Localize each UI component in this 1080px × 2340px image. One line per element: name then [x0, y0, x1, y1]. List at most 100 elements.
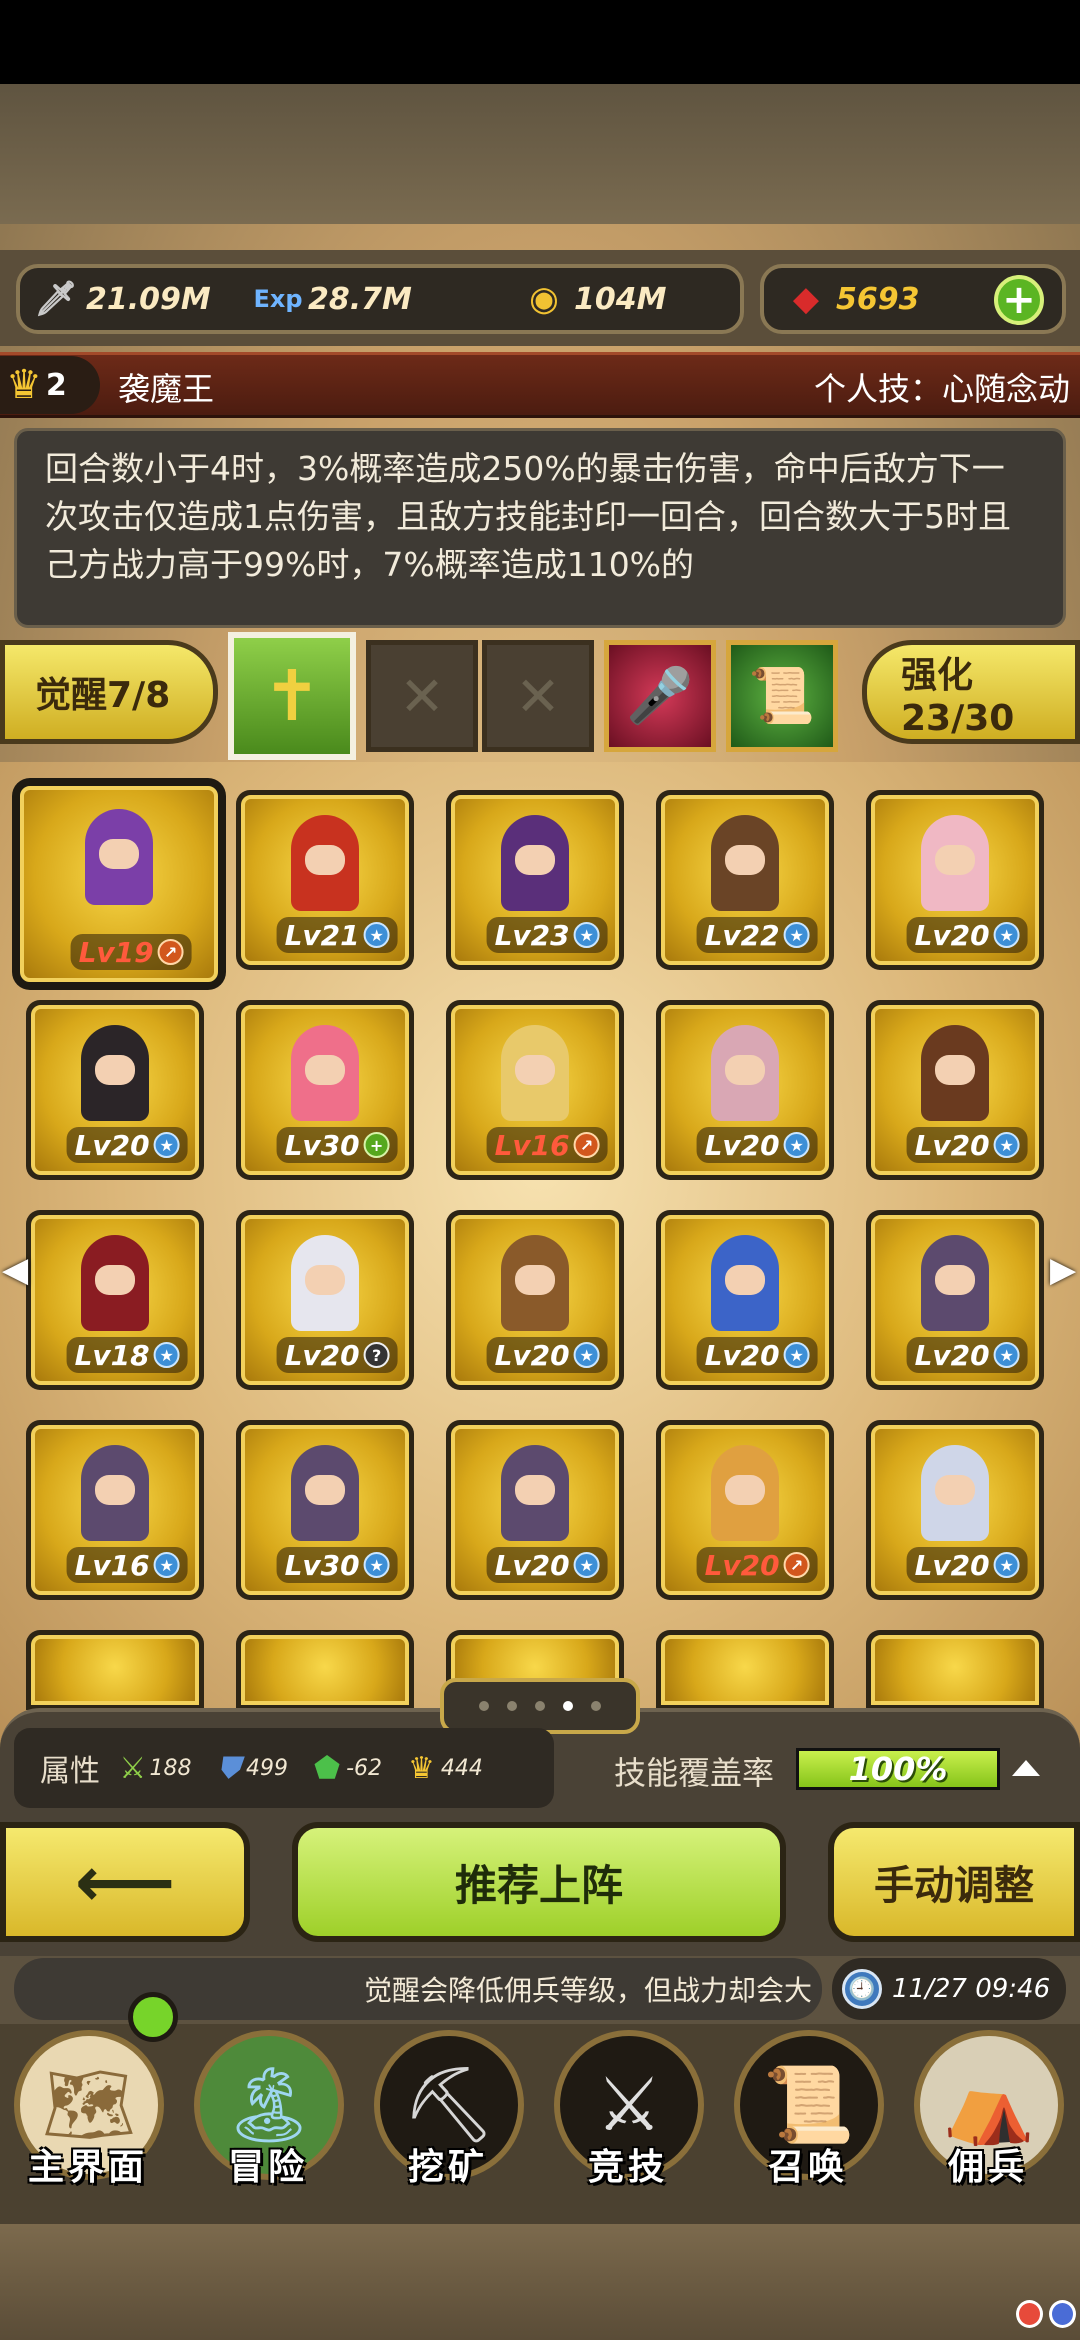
add-gems-button[interactable]: +	[994, 275, 1044, 325]
scroll-skill-icon[interactable]: 📜	[726, 640, 838, 752]
hero-avatar	[291, 1235, 359, 1332]
empty-slot-2[interactable]: ✕	[482, 640, 594, 752]
rank-badge: ♛ 2	[0, 356, 100, 414]
cross-skill-icon[interactable]: ✝	[228, 632, 356, 760]
hero-level: Lv20 ↗	[696, 1547, 818, 1583]
nav-mercenary[interactable]: ⛺ 佣兵	[908, 2030, 1068, 2210]
hero-card-partial[interactable]	[866, 1630, 1044, 1710]
hero-card[interactable]: Lv20 ★	[26, 1000, 204, 1180]
star-badge-icon: ★	[573, 922, 600, 948]
nav-arena[interactable]: ⚔ 竞技	[548, 2030, 708, 2210]
hero-card-frame: Lv30 ★	[241, 1425, 409, 1595]
hero-card-partial[interactable]	[656, 1630, 834, 1710]
hero-level: Lv20 ★	[906, 1337, 1028, 1373]
star-badge-icon: ★	[573, 1552, 600, 1578]
hero-level: Lv18 ★	[66, 1337, 188, 1373]
page-left-arrow[interactable]: ◀	[2, 1250, 28, 1290]
hero-card[interactable]: Lv21 ★	[236, 790, 414, 970]
hero-card[interactable]: Lv23 ★	[446, 790, 624, 970]
nav-adventure[interactable]: 🏝 冒险	[188, 2030, 348, 2210]
nav-arena-label: 竞技	[587, 2147, 668, 2188]
hero-avatar	[501, 1025, 569, 1122]
hero-card-partial[interactable]	[26, 1630, 204, 1710]
hero-card-frame: Lv20 ★	[451, 1215, 619, 1385]
plus-badge-icon: +	[363, 1132, 390, 1158]
coin-icon: ◉	[529, 279, 559, 319]
hero-card[interactable]: Lv20 ★	[866, 1000, 1044, 1180]
awaken-button[interactable]: 觉醒7/8	[0, 640, 218, 744]
personal-skill-name: 个人技：心随念动	[813, 370, 1070, 408]
hero-level: Lv21 ★	[276, 917, 398, 953]
hero-card[interactable]: Lv30 +	[236, 1000, 414, 1180]
clock-icon: 🕘	[842, 1969, 882, 2009]
hero-card[interactable]: Lv20 ★	[866, 1420, 1044, 1600]
hero-card-frame: Lv20 ★	[661, 1215, 829, 1385]
floating-widget[interactable]	[1016, 2300, 1076, 2330]
hero-card[interactable]: Lv20 ★	[446, 1420, 624, 1600]
hero-level-text: Lv19	[78, 935, 154, 969]
hero-card[interactable]: Lv20 ↗	[656, 1420, 834, 1600]
recommend-button[interactable]: 推荐上阵	[292, 1822, 786, 1942]
hero-card[interactable]: Lv20 ★	[656, 1000, 834, 1180]
crown-icon: ♛	[408, 1750, 435, 1786]
star-badge-icon: ★	[783, 1342, 810, 1368]
hero-card-partial[interactable]	[236, 1630, 414, 1710]
hero-avatar	[711, 815, 779, 912]
hero-card[interactable]: Lv16 ↗	[446, 1000, 624, 1180]
hero-card-selected[interactable]: Lv19 ↗	[12, 778, 226, 990]
shield-icon: ⛊	[217, 1750, 240, 1786]
empty-slot-1[interactable]: ✕	[366, 640, 478, 752]
hero-card[interactable]: Lv20 ★	[866, 790, 1044, 970]
hero-level-text: Lv23	[494, 918, 570, 952]
attributes-row: 属性 ⚔ 188 ⛊ 499 ⬟ -62 ♛ 444	[14, 1728, 554, 1808]
question-badge-icon: ?	[363, 1342, 390, 1368]
upgrade-badge-icon: ↗	[783, 1552, 810, 1578]
hero-card-frame: Lv20?	[241, 1215, 409, 1385]
hero-card[interactable]: Lv22 ★	[656, 790, 834, 970]
hero-level-text: Lv20	[494, 1548, 570, 1582]
gem-value: 5693	[836, 281, 920, 317]
nav-summon[interactable]: 📜 召唤	[728, 2030, 888, 2210]
hero-card[interactable]: Lv20?	[236, 1210, 414, 1390]
map-header-strip	[0, 84, 1080, 224]
hero-level: Lv20 ★	[486, 1547, 608, 1583]
strengthen-button[interactable]: 强化23/30	[862, 640, 1080, 744]
hero-card[interactable]: Lv16 ★	[26, 1420, 204, 1600]
hero-card[interactable]: Lv20 ★	[446, 1210, 624, 1390]
manual-adjust-button[interactable]: 手动调整	[828, 1822, 1080, 1942]
hero-card[interactable]: Lv20 ★	[866, 1210, 1044, 1390]
hero-level-text: Lv20	[914, 1128, 990, 1162]
hero-level: Lv23 ★	[486, 917, 608, 953]
collapse-toggle-icon[interactable]	[1012, 1760, 1040, 1776]
hero-level-text: Lv20	[914, 1338, 990, 1372]
clock-time: 11/27 09:46	[892, 1974, 1051, 2004]
microphone-skill-icon[interactable]: 🎤	[604, 640, 716, 752]
hero-card-frame: Lv22 ★	[661, 795, 829, 965]
star-badge-icon: ★	[153, 1552, 180, 1578]
back-button[interactable]: ⟵	[0, 1822, 250, 1942]
hero-level-text: Lv20	[704, 1338, 780, 1372]
hero-avatar	[501, 815, 569, 912]
nav-mining[interactable]: ⛏ 挖矿	[368, 2030, 528, 2210]
sword-icon: 🗡	[34, 279, 78, 319]
attr-crown: ♛ 444	[408, 1751, 483, 1786]
hero-level-text: Lv21	[284, 918, 360, 952]
hero-level: Lv20 ★	[66, 1127, 188, 1163]
page-right-arrow[interactable]: ▶	[1050, 1250, 1076, 1290]
star-badge-icon: ★	[363, 1552, 390, 1578]
star-badge-icon: ★	[993, 1552, 1020, 1578]
hero-card[interactable]: Lv30 ★	[236, 1420, 414, 1600]
attack-value: 21.09M	[86, 281, 211, 317]
attr-attack-value: 188	[149, 1755, 192, 1781]
hero-card[interactable]: Lv18 ★	[26, 1210, 204, 1390]
nav-main[interactable]: 🗺 主界面	[8, 2030, 168, 2210]
hero-card-frame: Lv16 ↗	[451, 1005, 619, 1175]
star-badge-icon: ★	[363, 922, 390, 948]
star-badge-icon: ★	[573, 1342, 600, 1368]
attr-defense: ⛊ 499	[217, 1751, 288, 1786]
skill-description-box[interactable]: 回合数小于4时，3%概率造成250%的暴击伤害，命中后敌方下一次攻击仅造成1点伤…	[14, 428, 1066, 628]
hero-card[interactable]: Lv20 ★	[656, 1210, 834, 1390]
attack-resource: 🗡 21.09M	[34, 274, 211, 324]
hero-avatar	[291, 1025, 359, 1122]
gem-resource: ◆ 5693	[784, 274, 920, 324]
